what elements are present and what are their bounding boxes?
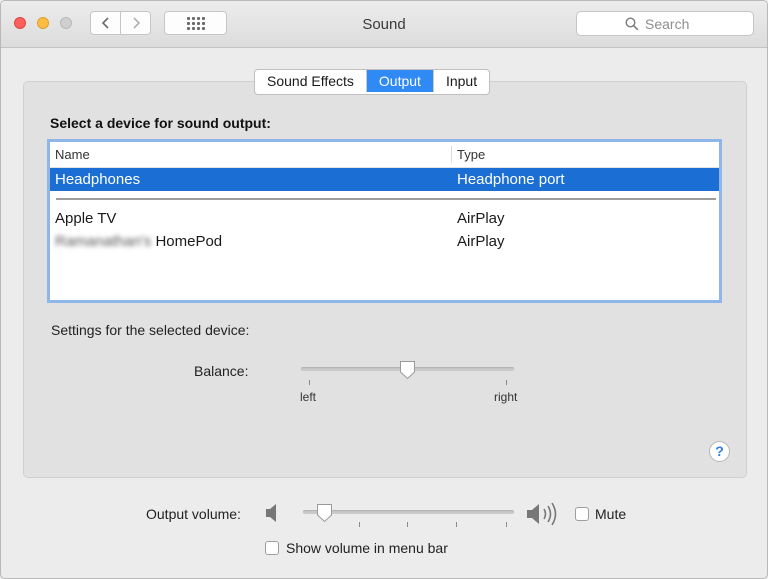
blurred-owner-name: Ramanathan's [55, 233, 152, 250]
search-input[interactable] [645, 15, 705, 32]
balance-label: Balance: [194, 363, 249, 379]
device-row-headphones[interactable]: Headphones Headphone port [50, 168, 719, 191]
balance-right-label: right [494, 390, 518, 404]
volume-slider-track[interactable] [303, 510, 514, 514]
volume-slider-knob[interactable] [316, 503, 333, 523]
title-bar: Sound [1, 1, 767, 48]
search-field[interactable] [576, 11, 754, 36]
device-list-header: Name Type [50, 142, 719, 168]
speaker-low-icon [266, 504, 276, 522]
device-type: Headphone port [457, 171, 565, 188]
balance-left-label: left [300, 390, 317, 404]
help-button[interactable]: ? [709, 441, 730, 462]
volume-tick [456, 522, 457, 527]
mute-checkbox[interactable] [575, 507, 589, 521]
volume-tick [506, 522, 507, 527]
device-row-apple-tv[interactable]: Apple TV AirPlay [50, 207, 719, 230]
mute-label[interactable]: Mute [595, 506, 626, 522]
speaker-high-icon [527, 502, 557, 526]
tab-bar: Sound Effects Output Input [254, 69, 491, 95]
sound-preferences-window: Sound Sound Effects Output Input Select … [0, 0, 768, 579]
device-list[interactable]: Name Type Headphones Headphone port Appl… [47, 139, 722, 303]
show-volume-in-menu-bar-label[interactable]: Show volume in menu bar [286, 540, 448, 556]
balance-slider-knob[interactable] [399, 360, 416, 380]
volume-tick [407, 522, 408, 527]
search-icon [625, 16, 639, 30]
show-volume-in-menu-bar-checkbox[interactable] [265, 541, 279, 555]
volume-tick [359, 522, 360, 527]
column-header-name[interactable]: Name [55, 147, 90, 162]
device-name-suffix: HomePod [155, 233, 223, 250]
section-title: Select a device for sound output: [50, 115, 271, 131]
column-header-type[interactable]: Type [457, 147, 485, 162]
device-type: AirPlay [457, 210, 505, 227]
device-name: Apple TV [55, 210, 117, 227]
device-type: AirPlay [457, 233, 505, 250]
device-row-homepod[interactable]: Ramanathan's HomePod AirPlay [50, 230, 719, 253]
balance-tick-right [506, 380, 507, 385]
device-name: Headphones [55, 171, 141, 188]
tab-input[interactable]: Input [434, 70, 489, 92]
balance-tick-left [309, 380, 310, 385]
settings-label: Settings for the selected device: [51, 322, 250, 338]
output-volume-label: Output volume: [146, 506, 241, 522]
tab-output[interactable]: Output [366, 70, 434, 92]
tab-sound-effects[interactable]: Sound Effects [255, 70, 367, 92]
device-name: Ramanathan's HomePod [55, 233, 222, 250]
column-divider [451, 146, 452, 163]
device-group-separator [56, 198, 716, 200]
